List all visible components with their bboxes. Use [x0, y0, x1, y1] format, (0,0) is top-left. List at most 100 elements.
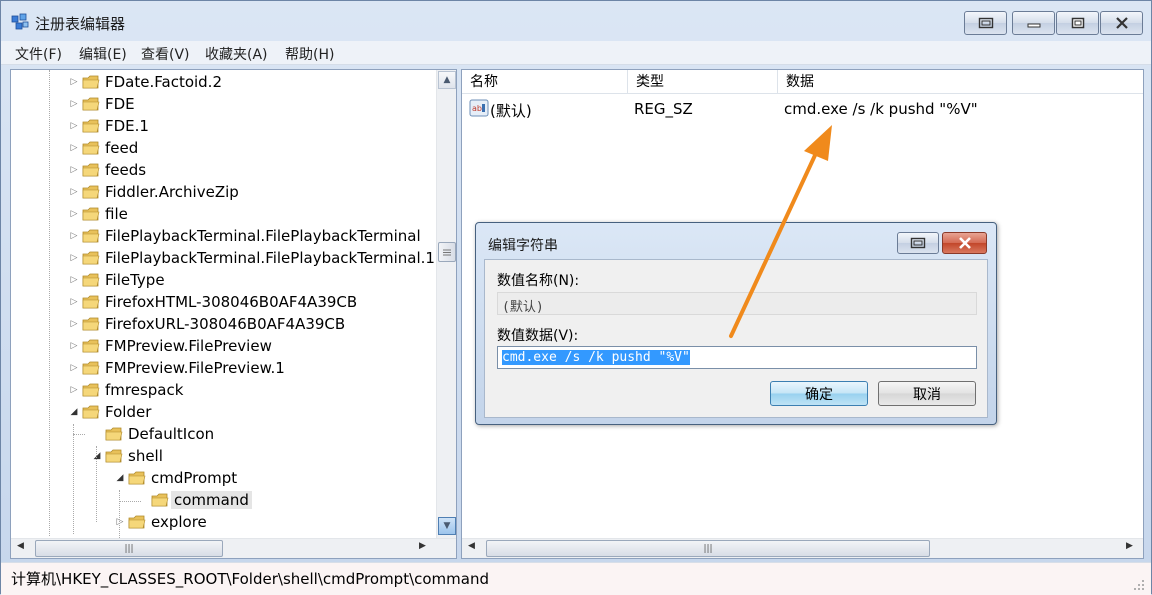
tree-node[interactable]: ◢ shell — [11, 445, 431, 467]
collapsed-triangle-icon[interactable]: ▷ — [69, 209, 79, 219]
value-data-input[interactable]: cmd.exe /s /k pushd "%V" — [497, 346, 977, 369]
folder-icon — [82, 207, 100, 221]
maximize-button[interactable] — [1056, 11, 1099, 35]
tree-guide-line — [119, 501, 141, 502]
folder-icon — [82, 163, 100, 177]
scroll-left-icon[interactable]: ◀ — [17, 541, 24, 551]
collapsed-triangle-icon[interactable]: ▷ — [69, 99, 79, 109]
tree-node[interactable]: ▷ file — [11, 203, 431, 225]
tree-node-label: FilePlaybackTerminal.FilePlaybackTermina… — [105, 249, 435, 267]
folder-icon — [151, 493, 169, 507]
expanded-triangle-icon[interactable]: ◢ — [69, 407, 79, 417]
collapsed-triangle-icon[interactable]: ▷ — [69, 297, 79, 307]
folder-icon — [105, 427, 123, 441]
tree-node-label: FirefoxURL-308046B0AF4A39CB — [105, 315, 346, 333]
values-scroll-right-icon[interactable]: ▶ — [1126, 541, 1133, 551]
title-bar[interactable]: 注册表编辑器 — [1, 1, 1151, 41]
column-header-name[interactable]: 名称 — [462, 70, 628, 94]
cancel-button[interactable]: 取消 — [878, 381, 976, 406]
maximize-icon — [1071, 17, 1084, 29]
collapsed-triangle-icon[interactable]: ▷ — [69, 253, 79, 263]
collapsed-triangle-icon[interactable]: ▷ — [69, 363, 79, 373]
column-header-type[interactable]: 类型 — [628, 70, 778, 94]
menu-bar: 文件(F) 编辑(E) 查看(V) 收藏夹(A) 帮助(H) — [1, 41, 1151, 65]
resize-grip-icon[interactable] — [1133, 579, 1145, 591]
tree-scroll-thumb[interactable] — [438, 242, 456, 262]
values-hscroll-thumb[interactable]: ||| — [486, 540, 930, 557]
collapsed-triangle-icon[interactable]: ▷ — [69, 319, 79, 329]
column-header-data[interactable]: 数据 — [778, 70, 1143, 94]
scroll-up-button[interactable]: ▲ — [438, 71, 456, 89]
expanded-triangle-icon[interactable]: ◢ — [92, 451, 102, 461]
menu-help[interactable]: 帮助(H) — [285, 44, 334, 64]
collapsed-triangle-icon[interactable]: ▷ — [69, 187, 79, 197]
tree-node[interactable]: ▷ FDE — [11, 93, 431, 115]
tree-node[interactable]: ▷ FDate.Factoid.2 — [11, 71, 431, 93]
tree-node[interactable]: ▷ fmrespack — [11, 379, 431, 401]
collapsed-triangle-icon[interactable]: ▷ — [115, 517, 125, 527]
tree-node[interactable]: ▷ FilePlaybackTerminal.FilePlaybackTermin… — [11, 247, 435, 269]
values-horizontal-scrollbar[interactable]: ◀ ||| ▶ — [462, 538, 1143, 558]
restore-down-button[interactable] — [964, 11, 1007, 35]
collapsed-triangle-icon[interactable]: ▷ — [69, 121, 79, 131]
tree-node[interactable]: ▷ FMPreview.FilePreview — [11, 335, 431, 357]
collapsed-triangle-icon[interactable]: ▷ — [69, 231, 79, 241]
folder-icon — [82, 251, 100, 265]
collapsed-triangle-icon[interactable]: ▷ — [69, 385, 79, 395]
tree-node[interactable]: ▷ FirefoxURL-308046B0AF4A39CB — [11, 313, 431, 335]
dialog-close-button[interactable] — [942, 232, 987, 254]
collapsed-triangle-icon[interactable]: ▷ — [69, 341, 79, 351]
arrow-down-icon: ▼ — [443, 521, 451, 531]
tree-node[interactable]: ▷ feed — [11, 137, 431, 159]
status-bar: 计算机\HKEY_CLASSES_ROOT\Folder\shell\cmdPr… — [1, 562, 1151, 595]
collapsed-triangle-icon[interactable]: ▷ — [69, 77, 79, 87]
collapsed-triangle-icon[interactable]: ▷ — [69, 275, 79, 285]
expanded-triangle-icon[interactable]: ◢ — [115, 473, 125, 483]
grip-icon — [443, 249, 451, 255]
menu-view[interactable]: 查看(V) — [141, 44, 190, 64]
tree-node[interactable]: ▷ feeds — [11, 159, 431, 181]
minimize-button[interactable] — [1012, 11, 1055, 35]
tree-node-label: command — [171, 491, 252, 509]
tree-node[interactable]: ▷ explore — [11, 511, 431, 533]
tree-node-label: shell — [128, 447, 163, 465]
tree-node[interactable]: ◢ Folder — [11, 401, 431, 423]
svg-text:ab: ab — [472, 104, 482, 113]
collapsed-triangle-icon[interactable]: ▷ — [69, 143, 79, 153]
tree-node[interactable]: ▷ FirefoxHTML-308046B0AF4A39CB — [11, 291, 431, 313]
value-type: REG_SZ — [634, 100, 693, 118]
tree-node[interactable]: ▷ FMPreview.FilePreview.1 — [11, 357, 431, 379]
values-hscroll-grip: ||| — [703, 543, 713, 554]
scroll-right-icon[interactable]: ▶ — [419, 541, 426, 551]
menu-file[interactable]: 文件(F) — [15, 44, 62, 64]
tree-node[interactable]: ▷ Fiddler.ArchiveZip — [11, 181, 431, 203]
ok-button[interactable]: 确定 — [770, 381, 868, 406]
folder-icon — [82, 185, 100, 199]
restore-icon — [978, 17, 993, 29]
collapsed-triangle-icon[interactable]: ▷ — [69, 165, 79, 175]
dialog-restore-button[interactable] — [897, 232, 939, 254]
tree-node-label: file — [105, 205, 128, 223]
close-icon — [958, 237, 971, 249]
tree-node[interactable]: ▷ FDE.1 — [11, 115, 431, 137]
folder-icon — [82, 383, 100, 397]
folder-icon — [82, 229, 100, 243]
folder-icon — [82, 119, 100, 133]
tree-vertical-scrollbar[interactable]: ▲ ▼ — [436, 70, 456, 538]
values-scroll-left-icon[interactable]: ◀ — [468, 541, 475, 551]
tree-node-label: DefaultIcon — [128, 425, 215, 443]
scroll-down-button[interactable]: ▼ — [438, 517, 456, 535]
registry-tree-pane[interactable]: ▷ FDate.Factoid.2 ▷ FDE ▷ FDE.1 ▷ feed ▷ feeds ▷ Fi… — [10, 69, 457, 559]
tree-node[interactable]: ▷ FileType — [11, 269, 431, 291]
restore-icon — [910, 237, 926, 249]
tree-node[interactable]: ▷ FilePlaybackTerminal.FilePlaybackTermin… — [11, 225, 431, 247]
tree-node[interactable]: command — [11, 489, 431, 511]
close-button[interactable] — [1100, 11, 1143, 35]
tree-horizontal-scrollbar[interactable]: ◀ ||| ▶ — [11, 538, 456, 558]
folder-icon — [128, 515, 146, 529]
tree-node[interactable]: ◢ cmdPrompt — [11, 467, 431, 489]
tree-guide-line — [119, 490, 120, 538]
tree-hscroll-thumb[interactable]: ||| — [35, 540, 223, 557]
menu-edit[interactable]: 编辑(E) — [79, 44, 127, 64]
menu-favorites[interactable]: 收藏夹(A) — [205, 44, 268, 64]
